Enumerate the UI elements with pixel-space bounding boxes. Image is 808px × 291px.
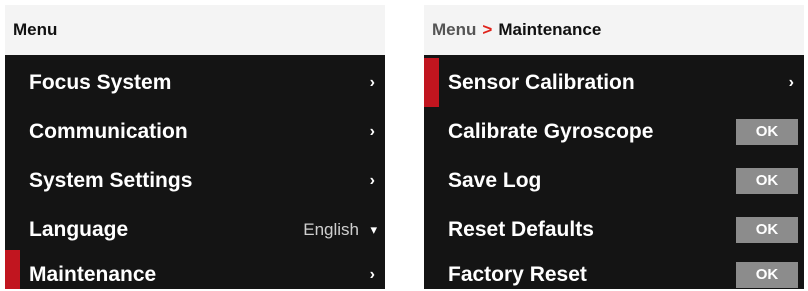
menu-item-label: Language — [29, 217, 129, 241]
chevron-right-icon: › — [788, 73, 794, 91]
menu-item-label: Calibrate Gyroscope — [448, 119, 654, 143]
maintenance-panel: Menu > Maintenance Sensor Calibration › … — [424, 5, 804, 289]
breadcrumb-separator-icon: > — [482, 20, 493, 39]
menu-item-calibrate-gyroscope: Calibrate Gyroscope OK — [424, 107, 804, 156]
menu-item-sensor-calibration[interactable]: Sensor Calibration › — [424, 58, 804, 107]
menu-item-save-log: Save Log OK — [424, 156, 804, 205]
save-log-ok-button[interactable]: OK — [736, 167, 798, 194]
breadcrumb: Menu > Maintenance — [424, 5, 804, 55]
language-value[interactable]: English — [303, 220, 359, 240]
menu-panel: Menu Focus System › Communication › Syst… — [5, 5, 385, 289]
menu-item-communication[interactable]: Communication › — [5, 107, 385, 156]
menu-item-label: Factory Reset — [448, 262, 587, 286]
calibrate-gyroscope-ok-button[interactable]: OK — [736, 118, 798, 145]
menu-item-system-settings[interactable]: System Settings › — [5, 156, 385, 205]
chevron-right-icon: › — [369, 73, 375, 91]
breadcrumb-current: Maintenance — [498, 20, 602, 39]
menu-item-label: System Settings — [29, 168, 193, 192]
menu-header: Menu — [5, 5, 385, 55]
chevron-right-icon: › — [369, 122, 375, 140]
menu-item-maintenance[interactable]: Maintenance › — [5, 250, 385, 289]
menu-item-factory-reset: Factory Reset OK — [424, 250, 804, 289]
factory-reset-ok-button[interactable]: OK — [736, 261, 798, 288]
reset-defaults-ok-button[interactable]: OK — [736, 216, 798, 243]
menu-item-label: Save Log — [448, 168, 542, 192]
menu-item-label: Sensor Calibration — [448, 70, 635, 94]
menu-item-focus-system[interactable]: Focus System › — [5, 58, 385, 107]
menu-item-label: Maintenance — [29, 262, 157, 286]
menu-item-label: Communication — [29, 119, 188, 143]
menu-item-label: Reset Defaults — [448, 217, 594, 241]
breadcrumb-root[interactable]: Menu — [432, 20, 476, 40]
menu-item-reset-defaults: Reset Defaults OK — [424, 205, 804, 254]
menu-item-language[interactable]: Language English ▾ — [5, 205, 385, 254]
chevron-right-icon: › — [369, 265, 375, 283]
menu-title: Menu — [13, 20, 58, 39]
menu-item-label: Focus System — [29, 70, 172, 94]
caret-down-icon[interactable]: ▾ — [370, 222, 377, 238]
chevron-right-icon: › — [369, 171, 375, 189]
